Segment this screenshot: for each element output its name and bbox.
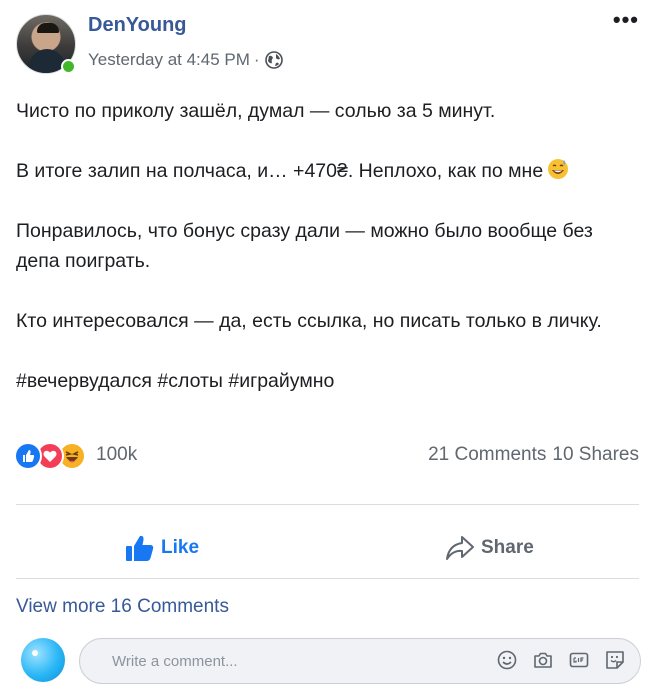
camera-icon[interactable] xyxy=(532,649,554,671)
post-timestamp[interactable]: Yesterday at 4:45 PM xyxy=(88,50,250,70)
reactions-summary: 100k 21 Comments 10 Shares xyxy=(14,440,639,472)
grinning-sweat-emoji-icon xyxy=(547,158,569,180)
post-text: Чисто по приколу зашёл, думал — солью за… xyxy=(16,96,641,426)
like-button[interactable]: Like xyxy=(125,530,199,566)
reaction-count[interactable]: 100k xyxy=(96,444,137,466)
post-paragraph: В итоге залип на полчаса, и… +470₴. Непл… xyxy=(16,156,641,186)
divider xyxy=(16,504,639,505)
post-paragraph: Понравилось, что бонус сразу дали — можн… xyxy=(16,220,593,272)
shares-count[interactable]: 10 Shares xyxy=(552,444,639,465)
globe-icon xyxy=(264,51,283,69)
sticker-icon[interactable] xyxy=(604,649,626,671)
post-header: DenYoung Yesterday at 4:45 PM · ••• xyxy=(16,9,639,76)
emoji-icon[interactable] xyxy=(496,649,518,671)
post-hashtags[interactable]: #вечервудался #слоты #играйумно xyxy=(16,366,641,396)
comment-input[interactable]: Write a comment... xyxy=(79,638,641,684)
engagement-counts: 21 Comments 10 Shares xyxy=(428,444,639,466)
comments-count[interactable]: 21 Comments xyxy=(428,444,546,465)
gif-icon[interactable] xyxy=(568,649,590,671)
like-label: Like xyxy=(161,537,200,558)
like-reaction-icon[interactable] xyxy=(14,442,42,470)
current-user-avatar[interactable] xyxy=(21,638,65,682)
author-name[interactable]: DenYoung xyxy=(88,14,187,37)
post-meta: Yesterday at 4:45 PM · xyxy=(88,50,283,70)
view-more-comments-link[interactable]: View more 16 Comments xyxy=(16,596,229,618)
post-paragraph: Кто интересовался — да, есть ссылка, но … xyxy=(16,310,602,332)
share-arrow-icon xyxy=(446,536,474,560)
more-options-button[interactable]: ••• xyxy=(613,9,639,31)
post-paragraph: Чисто по приколу зашёл, думал — солью за… xyxy=(16,100,496,122)
share-label: Share xyxy=(481,537,534,558)
divider xyxy=(16,578,639,579)
thumbs-up-icon xyxy=(126,535,154,561)
meta-separator: · xyxy=(253,50,260,69)
share-button[interactable]: Share xyxy=(445,530,534,566)
comment-tools xyxy=(496,649,626,671)
online-status-indicator xyxy=(61,59,76,74)
comment-placeholder: Write a comment... xyxy=(112,652,238,670)
